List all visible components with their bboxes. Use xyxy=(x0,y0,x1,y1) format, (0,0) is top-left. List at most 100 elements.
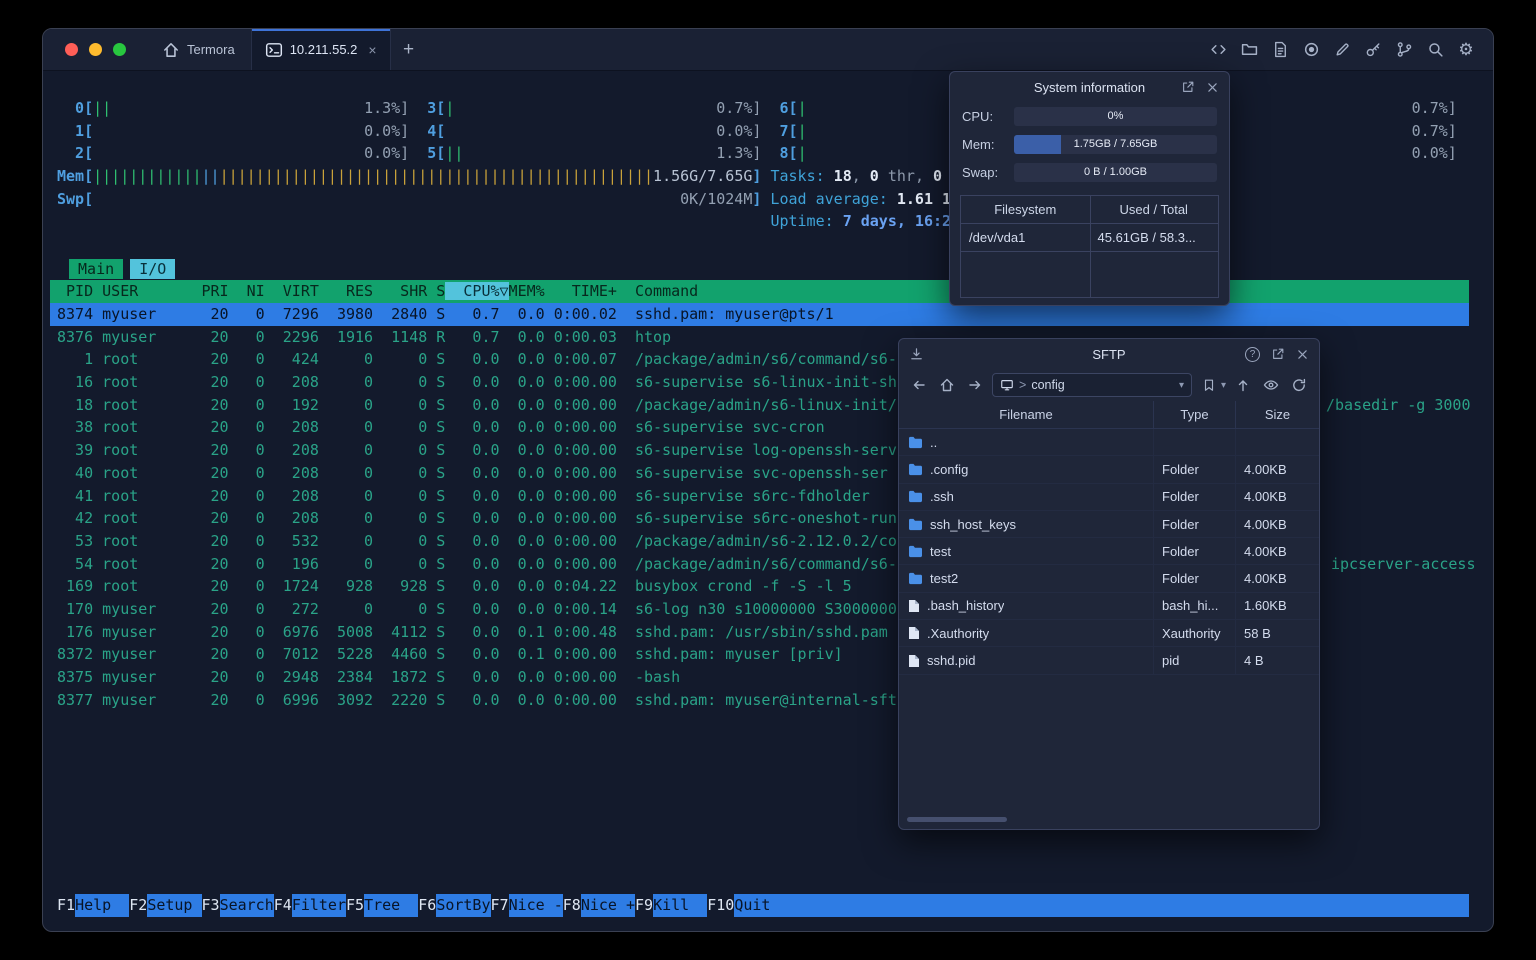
minimize-window-button[interactable] xyxy=(89,43,102,56)
file-name-cell: .config xyxy=(899,456,1153,482)
back-icon[interactable] xyxy=(908,374,930,396)
process-row-selected[interactable]: 8374 myuser 20 0 7296 3980 2840 S 0.7 0.… xyxy=(50,303,1469,326)
tab-termora-home[interactable]: Termora xyxy=(146,29,251,70)
fkey-f8[interactable]: F8 xyxy=(563,894,581,917)
fkey-label-sortby[interactable]: SortBy xyxy=(436,894,491,917)
close-icon[interactable] xyxy=(1296,348,1309,361)
fkey-label-nice[interactable]: Nice - xyxy=(508,894,563,917)
fkey-f1[interactable]: F1 xyxy=(57,894,75,917)
tasks-value: , xyxy=(851,167,870,186)
search-icon[interactable] xyxy=(1426,41,1444,59)
fkey-label-help[interactable]: Help xyxy=(75,894,130,917)
edit-icon[interactable] xyxy=(1333,41,1351,59)
bookmark-chevron-down-icon[interactable]: ▾ xyxy=(1221,380,1226,391)
memory-usage-value: 1.75GB / 7.65GB xyxy=(1073,138,1158,150)
cpu-meter-value: 1.3%] xyxy=(364,99,410,117)
show-hidden-eye-icon[interactable] xyxy=(1260,374,1282,396)
cpu-meter-label: 6[ xyxy=(761,99,798,117)
panel-header[interactable]: System information xyxy=(950,72,1229,102)
filesystem-usage: 45.61GB / 58.3... xyxy=(1097,230,1196,245)
sftp-file-row[interactable]: .. xyxy=(899,429,1319,457)
fkey-f6[interactable]: F6 xyxy=(418,894,436,917)
filename-column-header[interactable]: Filename xyxy=(899,401,1153,428)
folder-icon[interactable] xyxy=(1240,41,1258,59)
size-column-header[interactable]: Size xyxy=(1235,401,1319,428)
file-name: .. xyxy=(930,434,938,450)
process-table-header[interactable]: PID USER PRI NI VIRT RES SHR S CPU%▽MEM%… xyxy=(50,280,1469,303)
sftp-file-row[interactable]: test Folder 4.00KB xyxy=(899,538,1319,566)
panel-title: SFTP xyxy=(1092,346,1126,362)
filesystem-column-header: Filesystem xyxy=(994,202,1057,217)
upload-icon[interactable] xyxy=(1232,374,1254,396)
settings-gear-icon[interactable]: ⚙ xyxy=(1457,41,1475,59)
file-type-cell xyxy=(1153,429,1235,456)
cpu-meter-bar xyxy=(445,122,716,140)
record-icon[interactable] xyxy=(1302,41,1320,59)
refresh-icon[interactable] xyxy=(1288,374,1310,396)
sftp-file-row[interactable]: test2 Folder 4.00KB xyxy=(899,565,1319,593)
fkey-label-tree[interactable]: Tree xyxy=(364,894,419,917)
type-column-header[interactable]: Type xyxy=(1153,401,1235,428)
fkey-f10[interactable]: F10 xyxy=(707,894,734,917)
fkey-f9[interactable]: F9 xyxy=(635,894,653,917)
sftp-file-row[interactable]: sshd.pid pid 4 B xyxy=(899,647,1319,675)
fkey-label-quit[interactable]: Quit xyxy=(734,894,789,917)
file-type-cell: Xauthority xyxy=(1153,620,1235,647)
file-name-cell: .ssh xyxy=(899,484,1153,510)
code-icon[interactable] xyxy=(1209,41,1227,59)
fkey-label-search[interactable]: Search xyxy=(219,894,274,917)
cpu-usage-value: 0% xyxy=(1107,110,1124,122)
sort-column-cpu[interactable]: CPU%▽ xyxy=(445,282,509,301)
sftp-file-row[interactable]: .bash_history bash_hi... 1.60KB xyxy=(899,592,1319,621)
home-icon[interactable] xyxy=(936,374,958,396)
cpu-meter-value: 1.3%] xyxy=(716,144,762,163)
file-name: .config xyxy=(930,461,969,477)
file-name-cell: .. xyxy=(899,429,1153,455)
sftp-file-row[interactable]: ssh_host_keys Folder 4.00KB xyxy=(899,510,1319,539)
fkey-label-setup[interactable]: Setup xyxy=(147,894,202,917)
fkey-label-filter[interactable]: Filter xyxy=(291,894,346,917)
fkey-f3[interactable]: F3 xyxy=(202,894,220,917)
zoom-window-button[interactable] xyxy=(113,43,126,56)
open-in-window-icon[interactable] xyxy=(1271,347,1285,361)
sftp-file-row[interactable]: .ssh Folder 4.00KB xyxy=(899,483,1319,511)
cpu-meter-bar: || xyxy=(445,144,717,163)
download-icon[interactable] xyxy=(909,339,924,369)
tab-close-icon[interactable]: × xyxy=(368,42,376,58)
fkey-f5[interactable]: F5 xyxy=(346,894,364,917)
sftp-file-row[interactable]: .Xauthority Xauthority 58 B xyxy=(899,620,1319,648)
htop-tab-main[interactable]: Main xyxy=(69,259,124,279)
folder-icon xyxy=(909,491,922,503)
fkey-label-kill[interactable]: Kill xyxy=(653,894,708,917)
forward-icon[interactable] xyxy=(964,374,986,396)
fkey-f7[interactable]: F7 xyxy=(491,894,509,917)
file-table-header[interactable]: Filename Type Size xyxy=(899,401,1319,429)
sftp-file-row[interactable]: .config Folder 4.00KB xyxy=(899,456,1319,484)
close-icon[interactable] xyxy=(1206,81,1219,94)
key-icon[interactable] xyxy=(1364,41,1382,59)
fkey-label-nice[interactable]: Nice + xyxy=(580,894,635,917)
chevron-down-icon[interactable]: ▾ xyxy=(1179,380,1184,391)
scrollbar-thumb[interactable] xyxy=(907,817,1007,822)
path-breadcrumb[interactable]: > config ▾ xyxy=(992,373,1192,397)
tab-label: 10.211.55.2 xyxy=(289,42,358,57)
close-window-button[interactable] xyxy=(65,43,78,56)
file-name-cell: .Xauthority xyxy=(899,620,1153,646)
open-in-window-icon[interactable] xyxy=(1181,80,1195,94)
file-text-icon[interactable] xyxy=(1271,41,1289,59)
cpu-meter-label: 3[ xyxy=(409,99,446,117)
swap-usage-row: Swap: 0 B / 1.00GB xyxy=(950,158,1229,186)
app-window: Termora 10.211.55.2 × + ⚙ 0[|| 1.3%] 3[| xyxy=(42,28,1494,932)
fkey-f2[interactable]: F2 xyxy=(129,894,147,917)
panel-header[interactable]: SFTP ? xyxy=(899,339,1319,369)
tasks-value: thr, xyxy=(878,167,934,186)
fkey-f4[interactable]: F4 xyxy=(274,894,292,917)
horizontal-scrollbar[interactable] xyxy=(905,815,1313,825)
help-icon[interactable]: ? xyxy=(1245,346,1260,362)
new-tab-button[interactable]: + xyxy=(391,29,427,70)
cpu-meter-bar xyxy=(93,122,364,140)
htop-tab-io[interactable]: I/O xyxy=(130,259,176,279)
bookmark-icon[interactable] xyxy=(1198,374,1220,396)
git-branch-icon[interactable] xyxy=(1395,41,1413,59)
tab-session-10-211-55-2[interactable]: 10.211.55.2 × xyxy=(250,29,391,70)
